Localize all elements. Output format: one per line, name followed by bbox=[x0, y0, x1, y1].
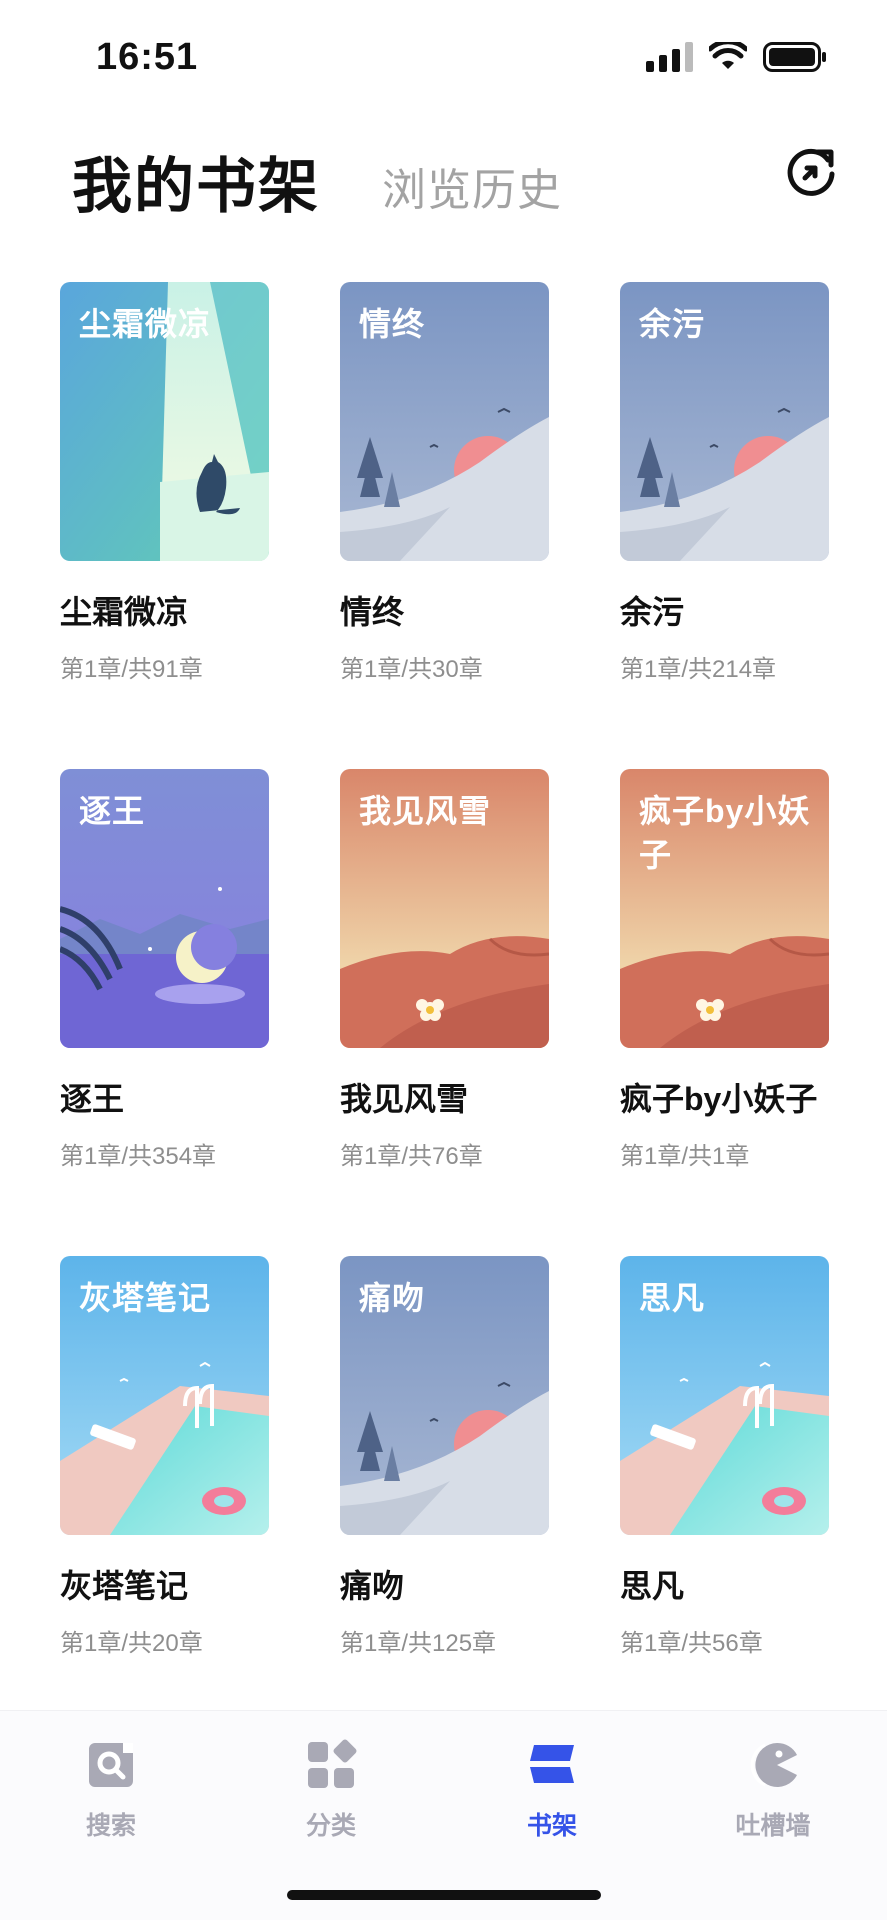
book-item[interactable]: 思凡 思凡 第1章/共56章 bbox=[620, 1256, 829, 1743]
book-grid: 尘霜微凉 尘霜微凉 第1章/共91章 情终 情终 第1章/共30章 余污 余污 … bbox=[60, 282, 830, 1743]
book-title[interactable]: 痛吻 bbox=[340, 1561, 549, 1607]
cover-title: 疯子by小妖子 bbox=[639, 793, 811, 873]
refresh-icon[interactable] bbox=[784, 144, 840, 200]
book-title[interactable]: 余污 bbox=[620, 587, 829, 633]
tab-label: 书架 bbox=[526, 1812, 577, 1840]
book-cover[interactable]: 疯子by小妖子 bbox=[620, 769, 829, 1048]
book-cover[interactable]: 尘霜微凉 bbox=[60, 282, 269, 561]
tab-label: 搜索 bbox=[85, 1812, 136, 1840]
chapter-progress: 第1章/共1章 bbox=[620, 1143, 750, 1170]
cover-title: 思凡 bbox=[639, 1280, 706, 1316]
tab-comment-wall[interactable]: 吐槽墙 bbox=[718, 1739, 828, 1842]
tab-browse-history[interactable]: 浏览历史 bbox=[382, 154, 562, 218]
book-title[interactable]: 情终 bbox=[340, 587, 549, 633]
page-title: 我的书架 bbox=[72, 153, 320, 220]
book-cover[interactable]: 情终 bbox=[340, 282, 549, 561]
book-title[interactable]: 我见风雪 bbox=[340, 1074, 549, 1120]
chapter-progress: 第1章/共20章 bbox=[60, 1630, 203, 1657]
cover-title: 情终 bbox=[359, 306, 426, 342]
chapter-progress: 第1章/共125章 bbox=[340, 1630, 497, 1657]
book-title[interactable]: 疯子by小妖子 bbox=[620, 1074, 829, 1120]
chapter-progress: 第1章/共76章 bbox=[340, 1143, 483, 1170]
tab-category[interactable]: 分类 bbox=[276, 1739, 386, 1842]
bookshelf-icon bbox=[530, 1745, 574, 1783]
book-cover[interactable]: 思凡 bbox=[620, 1256, 829, 1535]
book-cover[interactable]: 逐王 bbox=[60, 769, 269, 1048]
cover-title: 逐王 bbox=[79, 793, 146, 829]
book-title[interactable]: 逐王 bbox=[60, 1074, 269, 1120]
book-cover[interactable]: 灰塔笔记 bbox=[60, 1256, 269, 1535]
battery-icon bbox=[763, 42, 826, 72]
chapter-progress: 第1章/共91章 bbox=[60, 656, 203, 683]
search-icon bbox=[89, 1743, 133, 1787]
book-cover[interactable]: 痛吻 bbox=[340, 1256, 549, 1535]
tab-bookshelf[interactable]: 书架 bbox=[497, 1739, 607, 1842]
comment-wall-icon bbox=[750, 1742, 797, 1787]
status-time: 16:51 bbox=[96, 36, 199, 78]
book-item[interactable]: 情终 情终 第1章/共30章 bbox=[340, 282, 549, 769]
book-item[interactable]: 尘霜微凉 尘霜微凉 第1章/共91章 bbox=[60, 282, 269, 769]
cover-title: 我见风雪 bbox=[359, 793, 492, 829]
chapter-progress: 第1章/共56章 bbox=[620, 1630, 763, 1657]
tab-label: 吐槽墙 bbox=[735, 1812, 811, 1840]
cover-title: 余污 bbox=[639, 306, 706, 342]
signal-icon bbox=[646, 42, 693, 72]
tab-bar: 搜索 分类 书架 吐槽墙 bbox=[0, 1710, 887, 1920]
status-icons bbox=[646, 42, 827, 72]
header: 我的书架 浏览历史 bbox=[0, 120, 887, 230]
book-title[interactable]: 思凡 bbox=[620, 1561, 829, 1607]
tab-search[interactable]: 搜索 bbox=[56, 1739, 166, 1842]
wifi-icon bbox=[709, 42, 747, 69]
book-item[interactable]: 我见风雪 我见风雪 第1章/共76章 bbox=[340, 769, 549, 1256]
book-cover[interactable]: 我见风雪 bbox=[340, 769, 549, 1048]
book-item[interactable]: 余污 余污 第1章/共214章 bbox=[620, 282, 829, 769]
chapter-progress: 第1章/共214章 bbox=[620, 656, 777, 683]
cover-title: 尘霜微凉 bbox=[79, 306, 212, 342]
cover-title: 灰塔笔记 bbox=[79, 1280, 212, 1316]
book-title[interactable]: 尘霜微凉 bbox=[60, 587, 269, 633]
book-item[interactable]: 逐王 逐王 第1章/共354章 bbox=[60, 769, 269, 1256]
book-item[interactable]: 痛吻 痛吻 第1章/共125章 bbox=[340, 1256, 549, 1743]
home-indicator bbox=[287, 1890, 601, 1900]
cover-title: 痛吻 bbox=[359, 1280, 426, 1316]
category-icon bbox=[308, 1739, 357, 1788]
status-bar: 16:51 bbox=[0, 0, 887, 110]
book-item[interactable]: 疯子by小妖子 疯子by小妖子 第1章/共1章 bbox=[620, 769, 829, 1256]
book-item[interactable]: 灰塔笔记 灰塔笔记 第1章/共20章 bbox=[60, 1256, 269, 1743]
chapter-progress: 第1章/共30章 bbox=[340, 656, 483, 683]
book-title[interactable]: 灰塔笔记 bbox=[60, 1561, 269, 1607]
tab-label: 分类 bbox=[305, 1812, 356, 1840]
chapter-progress: 第1章/共354章 bbox=[60, 1143, 217, 1170]
book-cover[interactable]: 余污 bbox=[620, 282, 829, 561]
